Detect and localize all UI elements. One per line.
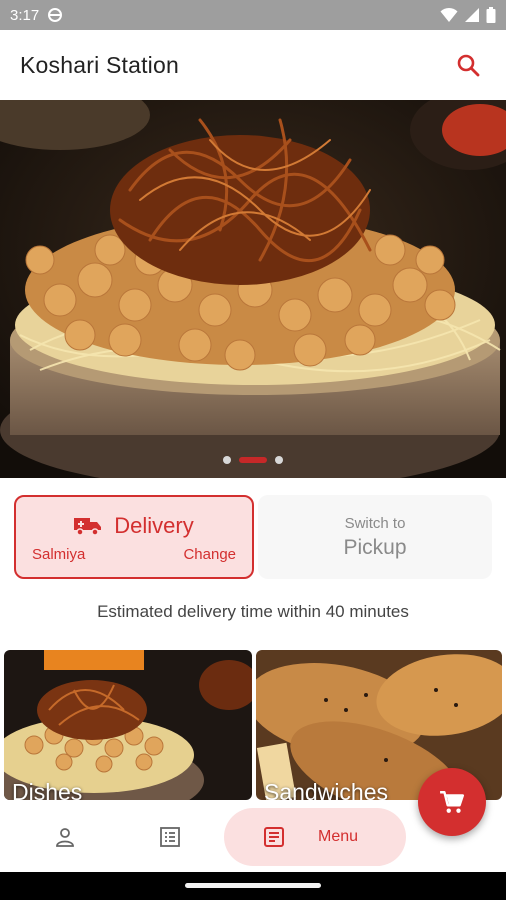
home-gesture-handle[interactable]	[185, 883, 321, 888]
carousel-dot[interactable]	[275, 456, 283, 464]
category-label: Dishes	[12, 779, 83, 800]
search-icon	[457, 54, 480, 77]
cart-button[interactable]	[418, 768, 486, 836]
delivery-truck-icon	[74, 518, 102, 536]
pickup-label: Pickup	[343, 535, 407, 559]
delivery-area: Salmiya	[32, 546, 86, 563]
delivery-option[interactable]: Delivery Salmiya Change	[14, 495, 254, 579]
signal-icon	[465, 8, 479, 22]
category-label: Sandwiches	[264, 779, 389, 800]
dishes-image	[4, 650, 252, 800]
app-title: Koshari Station	[20, 51, 179, 78]
wifi-icon	[440, 7, 458, 22]
estimated-delivery-time: Estimated delivery time within 40 minute…	[97, 602, 409, 621]
category-card-dishes[interactable]: Dishes	[4, 650, 252, 800]
nav-item-menu[interactable]: Menu	[224, 808, 406, 866]
list-icon	[160, 827, 180, 847]
pickup-prefix: Switch to	[344, 514, 406, 532]
nav-item-orders[interactable]	[155, 822, 185, 852]
menu-icon	[264, 827, 284, 847]
change-area-link[interactable]: Change	[183, 546, 236, 563]
order-mode-toggle: Delivery Salmiya Change Switch to Pickup	[14, 495, 492, 579]
carousel-dot[interactable]	[223, 456, 231, 464]
delivery-label: Delivery	[114, 513, 194, 538]
nav-item-profile[interactable]	[50, 822, 80, 852]
search-button[interactable]	[450, 47, 486, 83]
status-time: 3:17	[10, 6, 40, 24]
status-bar: 3:17	[0, 0, 506, 30]
battery-icon	[486, 7, 496, 23]
carousel-dot-active[interactable]	[239, 457, 267, 463]
system-gesture-bar	[0, 872, 506, 900]
data-saver-icon	[48, 8, 63, 22]
cart-icon	[440, 791, 465, 813]
hero-carousel[interactable]	[0, 100, 506, 478]
pickup-option[interactable]: Switch to Pickup	[258, 495, 492, 579]
person-icon	[56, 828, 74, 847]
nav-menu-label: Menu	[318, 828, 359, 845]
app-bar: Koshari Station	[0, 30, 506, 100]
carousel-indicator	[0, 456, 506, 464]
koshari-hero-image	[0, 100, 506, 478]
